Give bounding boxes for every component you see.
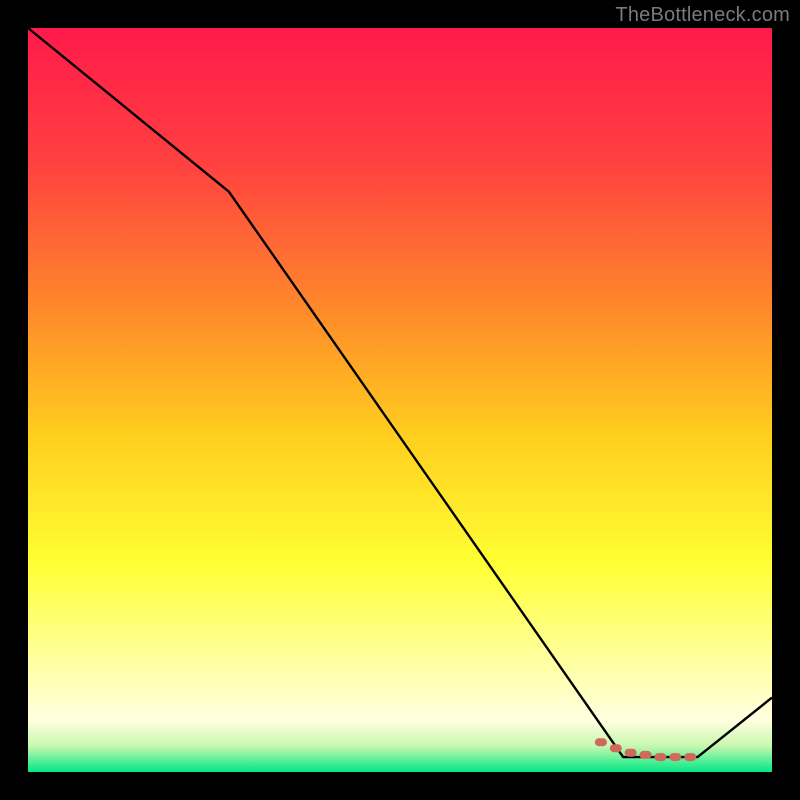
highlight-marker [610,744,622,752]
highlight-marker [684,753,696,761]
highlight-marker [625,749,637,757]
plot-area-border [28,28,772,772]
highlight-marker [669,753,681,761]
gradient-background [28,28,772,772]
gradient-plot [28,28,772,772]
highlight-marker [640,751,652,759]
highlight-marker [595,738,607,746]
watermark-text: TheBottleneck.com [615,4,790,27]
highlight-marker [654,753,666,761]
chart-frame: TheBottleneck.com [0,0,800,800]
